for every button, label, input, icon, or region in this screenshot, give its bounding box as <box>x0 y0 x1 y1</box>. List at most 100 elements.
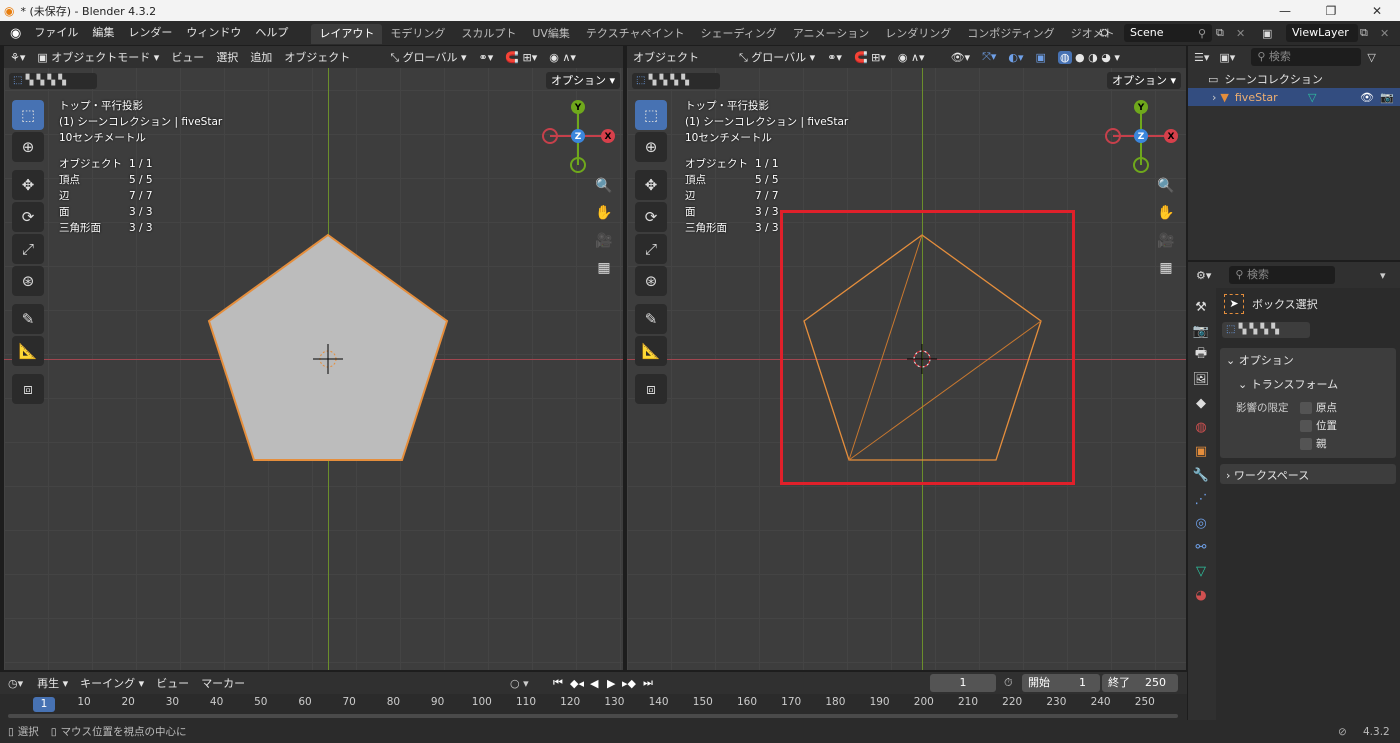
jump-start-icon[interactable]: ⏮ <box>553 676 563 690</box>
timeline-scrollbar[interactable] <box>8 714 1178 718</box>
modifier-tab-icon[interactable]: 🔧 <box>1190 464 1212 486</box>
timeline-tick: 140 <box>648 696 669 708</box>
collection-label: シーンコレクション <box>1224 73 1323 86</box>
start-frame-field[interactable]: 開始 1 <box>1022 674 1100 692</box>
timeline-tick: 130 <box>604 696 625 708</box>
properties-dropdown-icon[interactable]: ▾ <box>1380 269 1386 282</box>
timeline-editor-icon[interactable]: ◷▾ <box>0 677 31 690</box>
menu-marker[interactable]: マーカー <box>195 675 251 691</box>
output-tab-icon[interactable]: 🖶 <box>1190 344 1212 366</box>
stopwatch-icon[interactable]: ⏱ <box>1004 676 1013 690</box>
checkbox-parents[interactable]: 親 <box>1300 436 1327 451</box>
tab-shading[interactable]: シェーディング <box>692 24 784 44</box>
world-tab-icon[interactable]: ◍ <box>1190 416 1212 438</box>
render-camera-icon[interactable]: 📷 <box>1380 91 1394 104</box>
menu-file[interactable]: ファイル <box>27 21 85 45</box>
display-mode-icon[interactable]: ▣▾ <box>1215 51 1239 64</box>
workspace-header-label: ワークスペース <box>1233 469 1310 482</box>
affect-only-label: 影響の限定 <box>1236 402 1289 414</box>
end-value: 250 <box>1145 676 1166 689</box>
jump-end-icon[interactable]: ⏭ <box>643 676 653 690</box>
top-menubar: ◉ ファイル 編集 レンダー ウィンドウ ヘルプ レイアウト モデリング スカル… <box>0 21 1400 45</box>
close-button[interactable]: ✕ <box>1354 0 1400 21</box>
tab-animation[interactable]: アニメーション <box>785 24 878 44</box>
scene-tab-icon[interactable]: ◆ <box>1190 392 1212 414</box>
checkbox-locations[interactable]: 位置 <box>1300 418 1337 433</box>
checkbox-label: 原点 <box>1316 402 1337 414</box>
maximize-button[interactable]: ❐ <box>1308 0 1354 21</box>
status-center-view: マウス位置を視点の中心に <box>60 726 187 738</box>
menu-playback[interactable]: 再生 ▾ <box>31 675 74 691</box>
current-frame-marker[interactable]: 1 <box>33 697 55 712</box>
expand-arrow-icon[interactable]: › <box>1212 91 1216 104</box>
properties-editor-icon[interactable]: ⚙▾ <box>1188 269 1219 282</box>
tab-texture-paint[interactable]: テクスチャペイント <box>578 24 693 44</box>
constraints-tab-icon[interactable]: ⚯ <box>1190 536 1212 558</box>
workspace-section[interactable]: › ワークスペース <box>1220 464 1396 484</box>
mode-set-icon[interactable]: ⬚ <box>1226 324 1235 335</box>
tab-modeling[interactable]: モデリング <box>382 24 453 44</box>
outliner-search[interactable]: ⚲ 検索 <box>1251 48 1362 66</box>
menu-timeline-view[interactable]: ビュー <box>150 675 195 691</box>
object-tab-icon[interactable]: ▣ <box>1190 440 1212 462</box>
checkbox-origins[interactable]: 原点 <box>1300 400 1337 415</box>
render-tab-icon[interactable]: 📷 <box>1190 320 1212 342</box>
tab-uv-editing[interactable]: UV編集 <box>524 24 578 44</box>
transform-subsection-header[interactable]: ⌄ トランスフォーム <box>1220 372 1396 396</box>
tab-sculpt[interactable]: スカルプト <box>453 24 524 44</box>
data-tab-icon[interactable]: ▽ <box>1190 560 1212 582</box>
view-layer-tab-icon[interactable]: 🖼 <box>1190 368 1212 390</box>
remove-scene-icon[interactable]: ✕ <box>1236 27 1245 40</box>
tool-tab-icon[interactable]: ⚒ <box>1190 296 1212 318</box>
menu-window[interactable]: ウィンドウ <box>179 21 248 45</box>
menu-help[interactable]: ヘルプ <box>248 21 295 45</box>
properties-search[interactable]: ⚲ 検索 <box>1229 266 1336 284</box>
new-scene-icon[interactable]: ⧉ <box>1216 26 1224 40</box>
new-viewlayer-icon[interactable]: ⧉ <box>1360 26 1368 40</box>
filter-icon[interactable]: ▽ <box>1361 51 1381 64</box>
next-keyframe-icon[interactable]: ▸◆ <box>622 677 636 690</box>
outliner-object-row[interactable]: › ▼ fiveStar ▽ 👁 📷 <box>1188 88 1400 106</box>
timeline-tick: 80 <box>386 696 401 708</box>
left-viewport[interactable]: ⚘▾ ▣ オブジェクトモード ▾ ビュー 選択 追加 オブジェクト ⤡ グローバ… <box>4 46 623 670</box>
outliner-panel: ☰▾ ▣▾ ⚲ 検索 ▽ ▭ シーンコレクション › ▼ fiveStar ▽ … <box>1188 46 1400 260</box>
tool-mode-buttons[interactable]: ⬚ ▚ ▚ ▚ ▚ <box>1222 322 1310 338</box>
menu-render[interactable]: レンダー <box>121 21 179 45</box>
menu-keying[interactable]: キーイング ▾ <box>74 675 150 691</box>
timeline-tick: 160 <box>736 696 758 708</box>
transform-header-label: トランスフォーム <box>1250 378 1339 391</box>
options-section: ⌄ オプション ⌄ トランスフォーム 影響の限定 原点 位置 親 <box>1220 348 1396 458</box>
play-reverse-icon[interactable]: ◀ <box>590 677 598 690</box>
options-section-header[interactable]: ⌄ オプション <box>1220 348 1396 372</box>
physics-tab-icon[interactable]: ◎ <box>1190 512 1212 534</box>
tab-layout[interactable]: レイアウト <box>311 24 383 44</box>
minimize-button[interactable]: — <box>1262 0 1308 21</box>
status-select: 選択 <box>17 726 39 738</box>
play-icon[interactable]: ▶ <box>607 677 615 690</box>
record-icon[interactable]: ○ ▾ <box>510 677 529 690</box>
blender-menu-icon[interactable]: ◉ <box>0 26 27 41</box>
current-frame-field[interactable]: 1 <box>930 674 996 692</box>
window-title: * (未保存) - Blender 4.3.2 <box>20 4 157 18</box>
mesh-data-icon[interactable]: ▽ <box>1308 91 1316 104</box>
tab-compositing[interactable]: コンポジティング <box>959 24 1062 44</box>
pentagon-solid[interactable] <box>4 46 623 670</box>
viewlayer-field[interactable]: ViewLayer <box>1286 24 1358 42</box>
material-tab-icon[interactable]: ◕ <box>1190 584 1212 606</box>
outliner-editor-icon[interactable]: ☰▾ <box>1188 51 1215 64</box>
tab-rendering[interactable]: レンダリング <box>877 24 959 44</box>
timeline-tick: 250 <box>1134 696 1155 708</box>
properties-search-placeholder: 検索 <box>1246 268 1269 281</box>
menu-edit[interactable]: 編集 <box>85 21 121 45</box>
prev-keyframe-icon[interactable]: ◆◂ <box>570 677 584 690</box>
scene-pin-icon[interactable]: ⚲ <box>1198 27 1206 40</box>
outliner-root-row[interactable]: ▭ シーンコレクション <box>1188 70 1400 88</box>
remove-viewlayer-icon[interactable]: ✕ <box>1380 27 1389 40</box>
blender-logo-icon: ◉ <box>4 3 15 18</box>
timeline-tick: 200 <box>913 696 934 708</box>
eye-visibility-icon[interactable]: 👁 <box>1360 91 1374 104</box>
right-viewport[interactable]: オブジェクト ⤡ グローバル ▾ ⚭▾ 🧲 ⊞▾ ◉ ∧▾ 👁▾ ⤧▾ ◐▾ ▣… <box>627 46 1186 670</box>
timeline-tick: 60 <box>298 696 312 708</box>
end-frame-field[interactable]: 終了 250 <box>1102 674 1178 692</box>
particles-tab-icon[interactable]: ⋰ <box>1190 488 1212 510</box>
